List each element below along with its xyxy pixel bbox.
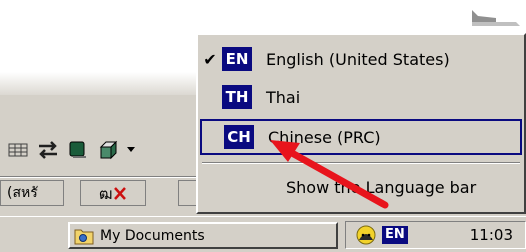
check-icon: ✔: [203, 49, 217, 69]
3d-icon[interactable]: [96, 138, 120, 162]
font-field-text: (สหรั: [7, 185, 38, 201]
language-menu: ✔ EN English (United States) TH Thai CH …: [196, 33, 526, 214]
clear-format-button[interactable]: ฒ: [80, 180, 146, 206]
menu-item-label: English (United States): [266, 49, 450, 69]
taskbar: My Documents EN 11:03: [0, 216, 526, 252]
menu-item-label: Chinese (PRC): [268, 127, 381, 147]
language-code-badge: CH: [224, 125, 254, 149]
font-field[interactable]: (สหรั: [0, 180, 64, 206]
language-bar-icon[interactable]: [354, 224, 378, 246]
my-documents-task-button[interactable]: My Documents: [68, 222, 338, 249]
language-code-badge: TH: [222, 85, 252, 109]
dropdown-arrow-icon[interactable]: [126, 138, 136, 162]
clock[interactable]: 11:03: [470, 226, 513, 244]
align-arrows-icon[interactable]: [36, 138, 60, 162]
menu-item-chinese[interactable]: CH Chinese (PRC): [200, 119, 522, 155]
shadow-icon[interactable]: [66, 138, 90, 162]
menu-separator: [202, 162, 520, 164]
language-code-badge: EN: [222, 47, 252, 71]
toolbar-separator-highlight: [0, 177, 205, 178]
folder-icon: [74, 229, 94, 244]
menu-item-label: Thai: [266, 87, 301, 107]
menu-item-thai[interactable]: TH Thai: [198, 79, 524, 115]
background-window-fragment: [466, 8, 526, 28]
menu-item-english[interactable]: ✔ EN English (United States): [198, 41, 524, 77]
menu-item-show-language-bar[interactable]: Show the Language bar: [198, 169, 524, 205]
menu-item-label: Show the Language bar: [286, 177, 477, 197]
task-button-label: My Documents: [100, 227, 205, 244]
language-indicator[interactable]: EN: [382, 226, 408, 244]
clear-format-glyph: ฒ: [99, 185, 113, 203]
clear-format-icon: ฒ: [99, 185, 126, 203]
drawing-toolbar: [0, 132, 205, 168]
grid-icon[interactable]: [6, 138, 30, 162]
system-tray: EN 11:03: [345, 221, 526, 249]
